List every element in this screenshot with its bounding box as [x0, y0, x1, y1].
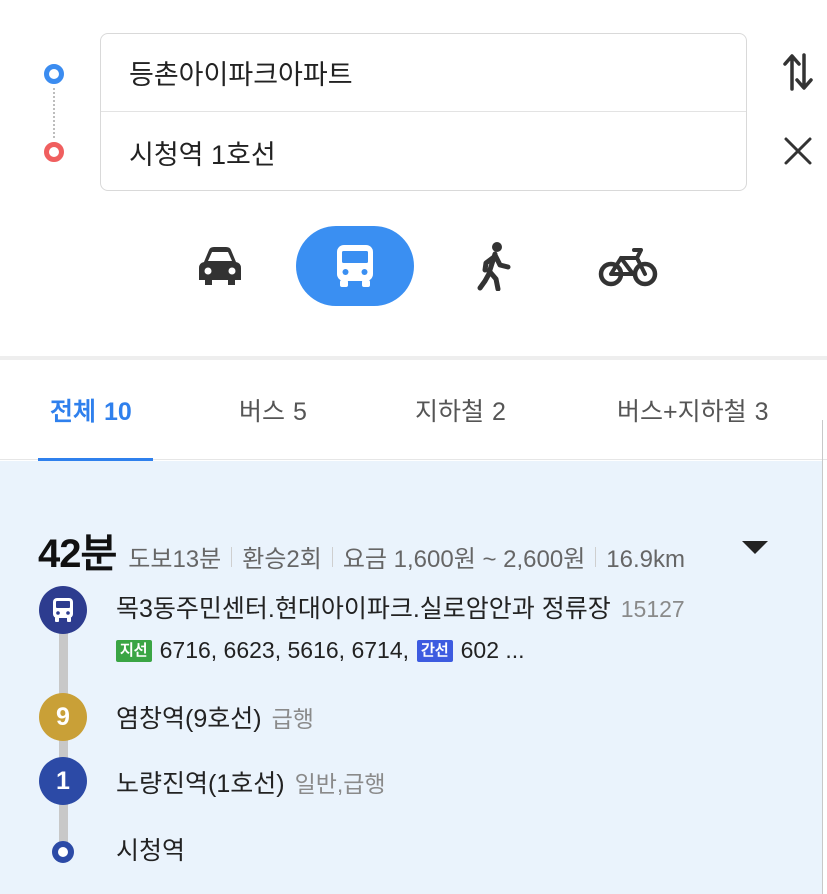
line-number: 1 [56, 766, 70, 795]
route-summary: 42분 도보13분 환승2회 요금 1,600원 ~ 2,600원 16.9km [38, 521, 685, 579]
branch-bus-badge: 지선 [116, 639, 152, 662]
separator [231, 547, 233, 567]
tab-all[interactable]: 전체 10 [50, 392, 132, 428]
separator [331, 547, 333, 567]
destination-input-value: 시청역 1호선 [129, 139, 276, 170]
tab-count: 5 [293, 398, 307, 426]
travel-mode-selector [0, 226, 827, 306]
route-distance: 16.9km [606, 546, 685, 573]
stop-name: 노량진역(1호선) [116, 770, 285, 798]
origin-input[interactable]: 등촌아이파크아파트 [101, 34, 746, 112]
line-number: 9 [56, 702, 70, 731]
result-tabs: 전체 10 버스 5 지하철 2 버스+지하철 3 [0, 360, 827, 461]
bus-boarding-stop[interactable]: 목3동주민센터.현대아이파크.실로암안과 정류장 15127 [116, 589, 685, 625]
route-fare: 요금 1,600원 ~ 2,600원 [342, 546, 586, 573]
subway-boarding-stop[interactable]: 염창역(9호선) 급행 [116, 699, 314, 735]
search-panel: 등촌아이파크아파트 시청역 1호선 [0, 0, 827, 356]
scroll-edge [822, 420, 823, 894]
trunk-bus-badge: 간선 [417, 639, 453, 662]
mode-walk-button[interactable] [456, 226, 536, 306]
close-icon [784, 137, 812, 165]
destination-dot-icon [52, 841, 74, 863]
swap-vertical-icon [783, 53, 813, 91]
walk-icon [477, 242, 511, 291]
route-duration: 42분 [38, 532, 117, 576]
mode-transit-button[interactable] [296, 226, 414, 306]
mode-bike-button[interactable] [588, 226, 668, 306]
route-walk-time: 도보13분 [128, 546, 222, 573]
tab-bus-subway[interactable]: 버스+지하철 3 [617, 392, 769, 428]
bus-route-list: 지선 6716, 6623, 5616, 6714, 간선 602 ... [116, 637, 525, 664]
chevron-down-icon[interactable] [742, 541, 768, 554]
swap-button[interactable] [776, 50, 820, 94]
destination-marker-icon [44, 142, 64, 162]
origin-marker-icon [44, 64, 64, 84]
route-inputs: 등촌아이파크아파트 시청역 1호선 [100, 33, 747, 191]
stop-name: 시청역 [116, 837, 186, 865]
tab-label: 버스 [239, 398, 286, 426]
tab-label: 버스+지하철 [617, 398, 747, 426]
route-result-card[interactable]: 42분 도보13분 환승2회 요금 1,600원 ~ 2,600원 16.9km… [0, 461, 822, 894]
origin-input-value: 등촌아이파크아파트 [129, 60, 353, 90]
trunk-bus-routes: 602 ... [460, 637, 525, 663]
destination-stop[interactable]: 시청역 [116, 831, 185, 867]
bus-stop-icon [39, 586, 87, 634]
destination-input[interactable]: 시청역 1호선 [101, 113, 746, 191]
tab-subway[interactable]: 지하철 2 [415, 392, 506, 428]
train-type: 급행 [271, 706, 314, 732]
route-indicator [42, 62, 66, 166]
mode-car-button[interactable] [180, 226, 260, 306]
train-type: 일반,급행 [294, 771, 386, 797]
route-connector [53, 88, 55, 138]
separator [595, 547, 597, 567]
bicycle-icon [598, 248, 658, 287]
clear-button[interactable] [776, 129, 820, 173]
tab-bus[interactable]: 버스 5 [239, 392, 307, 428]
tab-count: 10 [104, 398, 132, 426]
tab-label: 전체 [50, 398, 97, 426]
tab-count: 3 [754, 398, 769, 426]
route-transfers: 환승2회 [242, 546, 322, 573]
tab-count: 2 [492, 398, 506, 426]
stop-name: 염창역(9호선) [116, 705, 262, 733]
stop-name: 목3동주민센터.현대아이파크.실로암안과 정류장 [116, 595, 611, 623]
branch-bus-routes: 6716, 6623, 5616, 6714, [159, 637, 410, 663]
subway-line-1-icon: 1 [39, 757, 87, 805]
subway-line-9-icon: 9 [39, 693, 87, 741]
stop-id: 15127 [620, 596, 685, 622]
subway-transfer-stop[interactable]: 노량진역(1호선) 일반,급행 [116, 764, 386, 800]
tab-label: 지하철 [415, 398, 485, 426]
car-icon [199, 247, 241, 285]
bus-icon [337, 245, 373, 287]
